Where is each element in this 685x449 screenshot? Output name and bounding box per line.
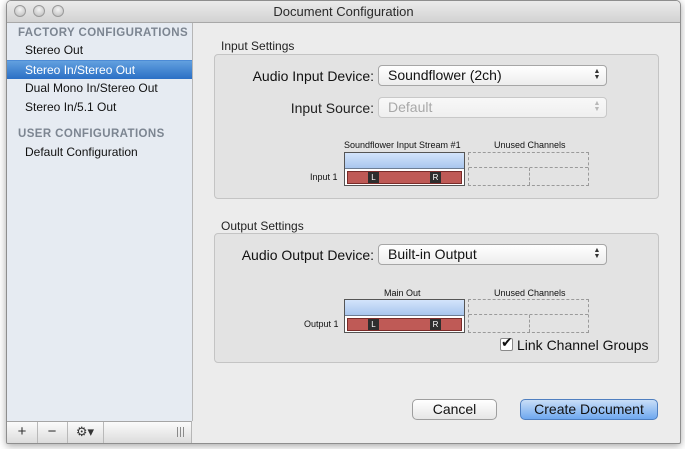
audio-output-device-value: Built-in Output xyxy=(388,246,477,262)
cancel-button[interactable]: Cancel xyxy=(412,399,497,420)
input-settings-group: Audio Input Device: Soundflower (2ch) ▲ ▼… xyxy=(214,54,659,199)
output-unused-channels xyxy=(468,299,589,333)
up-down-arrows-icon: ▲ ▼ xyxy=(593,247,601,260)
input-unused-divider xyxy=(528,168,530,185)
output-unused-row xyxy=(469,300,588,315)
title-bar[interactable]: Document Configuration xyxy=(7,1,680,23)
add-configuration-button[interactable]: + xyxy=(7,422,38,443)
sidebar-item-default-configuration[interactable]: Default Configuration xyxy=(7,143,192,162)
input-source-popup[interactable]: Default ▲ ▼ xyxy=(378,97,607,118)
input-unused-channels xyxy=(468,152,589,186)
sidebar-item-stereo-in-stereo-out[interactable]: Stereo In/Stereo Out xyxy=(7,60,192,79)
input-stream-label: Soundflower Input Stream #1 xyxy=(344,140,461,150)
output-right-channel: R xyxy=(430,319,441,330)
audio-input-device-label: Audio Input Device: xyxy=(252,68,374,84)
remove-configuration-button[interactable]: − xyxy=(37,422,68,443)
configuration-sidebar: FACTORY CONFIGURATIONS Stereo Out Stereo… xyxy=(7,23,193,421)
window-title: Document Configuration xyxy=(273,4,414,19)
output-stream-header xyxy=(345,300,464,316)
resize-grip-icon[interactable] xyxy=(177,427,185,437)
input-settings-label: Input Settings xyxy=(221,39,295,53)
audio-input-device-popup[interactable]: Soundflower (2ch) ▲ ▼ xyxy=(378,65,607,86)
output-stream-block[interactable]: L R xyxy=(344,299,465,333)
sidebar-item-stereo-in-5-1-out[interactable]: Stereo In/5.1 Out xyxy=(7,98,192,117)
input-stream-header xyxy=(345,153,464,169)
checkmark-icon: ✔ xyxy=(501,334,513,350)
output-stream-label: Main Out xyxy=(384,288,421,298)
input-unused-row xyxy=(469,153,588,168)
link-channel-groups-checkbox[interactable]: ✔ xyxy=(500,334,513,351)
sidebar-toolbar: + − ⚙▾ xyxy=(7,421,192,443)
output-channel-bar[interactable]: L R xyxy=(347,318,462,331)
output-settings-label: Output Settings xyxy=(221,219,304,233)
sidebar-item-stereo-out[interactable]: Stereo Out xyxy=(7,41,192,60)
input-unused-channels-label: Unused Channels xyxy=(494,140,566,150)
up-down-arrows-icon: ▲ ▼ xyxy=(593,68,601,81)
audio-input-device-value: Soundflower (2ch) xyxy=(388,67,502,83)
create-document-button[interactable]: Create Document xyxy=(520,399,658,420)
audio-output-device-popup[interactable]: Built-in Output ▲ ▼ xyxy=(378,244,607,265)
input-source-label: Input Source: xyxy=(290,100,374,116)
document-configuration-window: Document Configuration FACTORY CONFIGURA… xyxy=(6,0,681,444)
output-left-channel: L xyxy=(368,319,379,330)
input-source-value: Default xyxy=(388,99,433,115)
input-row-label: Input 1 xyxy=(310,172,338,182)
user-configurations-heading: USER CONFIGURATIONS xyxy=(18,128,165,140)
input-stream-block[interactable]: L R xyxy=(344,152,465,186)
output-unused-channels-label: Unused Channels xyxy=(494,288,566,298)
input-channel-bar[interactable]: L R xyxy=(347,171,462,184)
input-left-channel: L xyxy=(368,172,379,183)
output-unused-divider xyxy=(528,315,530,332)
link-channel-groups-label[interactable]: Link Channel Groups xyxy=(517,337,649,353)
gear-icon[interactable]: ⚙▾ xyxy=(67,422,104,443)
factory-configurations-heading: FACTORY CONFIGURATIONS xyxy=(18,27,189,39)
up-down-arrows-icon: ▲ ▼ xyxy=(593,100,601,113)
output-row-label: Output 1 xyxy=(304,319,339,329)
output-settings-group: Audio Output Device: Built-in Output ▲ ▼ … xyxy=(214,233,659,363)
audio-output-device-label: Audio Output Device: xyxy=(241,247,374,263)
sidebar-item-dual-mono-in-stereo-out[interactable]: Dual Mono In/Stereo Out xyxy=(7,79,192,98)
input-right-channel: R xyxy=(430,172,441,183)
